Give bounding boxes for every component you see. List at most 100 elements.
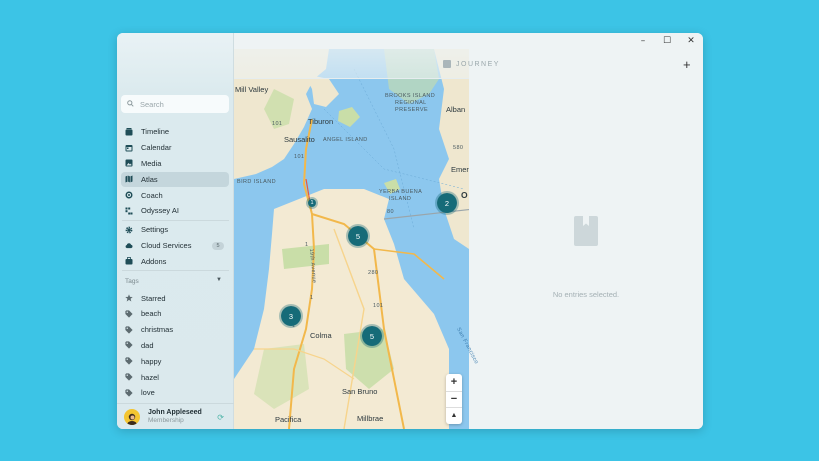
compass-north-button[interactable]: ▲ <box>446 407 462 424</box>
map-label: Mill Valley <box>235 85 269 94</box>
tag-icon <box>125 341 133 350</box>
tag-label: hazel <box>141 372 159 382</box>
tag-label: dad <box>141 340 154 350</box>
journal-name: JOURNEY <box>456 60 500 68</box>
map-label: ISLAND <box>389 196 412 202</box>
star-icon <box>125 294 133 302</box>
tags-header-label: Tags <box>125 277 139 285</box>
sidebar-item-label: Addons <box>141 256 167 266</box>
map-label: Millbrae <box>357 414 384 423</box>
sync-icon[interactable]: ⟳ <box>217 413 224 422</box>
map-cluster[interactable]: 5 <box>346 224 370 248</box>
tag-label: happy <box>141 356 162 366</box>
sidebar-divider <box>122 219 229 221</box>
user-name: John Appleseed <box>148 409 202 416</box>
window-controls: – ☐ ✕ <box>631 33 703 49</box>
journal-title[interactable]: JOURNEY <box>443 60 500 68</box>
atlas-icon <box>125 175 133 183</box>
cloud-count-badge: 5 <box>212 241 224 250</box>
map-cluster[interactable]: 2 <box>435 191 459 215</box>
tag-label: Starred <box>141 293 166 303</box>
map-label: YERBA BUENA <box>379 189 423 195</box>
highway-shield: 1 <box>310 295 314 301</box>
sidebar-divider <box>122 270 229 272</box>
tag-label: christmas <box>141 325 174 335</box>
calendar-icon <box>125 144 133 152</box>
tag-item-love[interactable]: love <box>117 385 234 401</box>
sidebar-item-timeline[interactable]: Timeline <box>117 124 234 140</box>
map-label: ANGEL ISLAND <box>323 137 368 143</box>
coach-icon <box>125 191 133 199</box>
tag-item-dad[interactable]: dad <box>117 338 234 354</box>
map-label: Sausalito <box>284 135 315 144</box>
tag-icon <box>125 326 133 334</box>
tag-item-christmas[interactable]: christmas <box>117 322 234 338</box>
map-cluster[interactable]: 1 <box>306 197 318 209</box>
user-membership: Membership <box>148 417 184 424</box>
sidebar-item-label: Coach <box>141 190 163 200</box>
sidebar: Search Timeline Calendar Media Atlas Coa… <box>117 33 234 429</box>
map-label: Emer <box>451 165 469 174</box>
add-entry-button[interactable]: + <box>683 57 691 72</box>
zoom-out-button[interactable]: − <box>446 390 462 408</box>
zoom-in-button[interactable]: + <box>446 374 462 391</box>
sidebar-item-label: Media <box>141 158 162 168</box>
chevron-down-icon[interactable]: ▼ <box>216 277 222 283</box>
sidebar-item-label: Odyssey AI <box>141 206 179 216</box>
sidebar-item-label: Cloud Services <box>141 240 192 250</box>
avatar[interactable] <box>124 408 140 425</box>
empty-state-text: No entries selected. <box>552 290 620 299</box>
highway-shield: 101 <box>373 303 384 309</box>
highway-shield: 80 <box>387 209 394 215</box>
sidebar-item-addons[interactable]: Addons <box>117 253 234 269</box>
user-footer[interactable]: John Appleseed Membership ⟳ <box>117 403 234 429</box>
highway-shield: 580 <box>453 145 464 151</box>
maximize-button[interactable]: ☐ <box>655 33 679 49</box>
gear-icon <box>125 226 133 234</box>
sidebar-item-label: Timeline <box>141 127 170 137</box>
map-label: Pacifica <box>275 415 302 424</box>
sidebar-item-calendar[interactable]: Calendar <box>117 140 234 156</box>
sidebar-item-odyssey-ai[interactable]: Odyssey AI <box>117 203 234 219</box>
map-label: San Bruno <box>342 387 378 396</box>
tag-item-happy[interactable]: happy <box>117 353 234 369</box>
search-icon <box>127 99 134 109</box>
sidebar-item-label: Settings <box>141 225 169 235</box>
search-placeholder: Search <box>140 99 164 109</box>
ai-icon <box>125 207 133 215</box>
tags-header[interactable]: Tags ▼ <box>117 272 234 290</box>
sidebar-item-label: Calendar <box>141 143 172 153</box>
sidebar-item-media[interactable]: Media <box>117 156 234 172</box>
map-label: O <box>461 190 468 200</box>
tag-icon <box>125 357 133 365</box>
tag-label: beach <box>141 309 162 319</box>
map-label: Tiburon <box>308 117 334 126</box>
tag-item-beach[interactable]: beach <box>117 306 234 322</box>
tag-item-hazel[interactable]: hazel <box>117 369 234 385</box>
highway-shield: 1 <box>305 242 309 248</box>
app-window: – ☐ ✕ Search Timeline Calendar Media Atl… <box>117 33 703 429</box>
entry-panel: No entries selected. <box>469 79 703 429</box>
map-cluster[interactable]: 3 <box>279 304 303 328</box>
tag-icon <box>125 310 133 318</box>
sidebar-item-cloud-services[interactable]: Cloud Services 5 <box>117 238 234 254</box>
sidebar-item-label: Atlas <box>141 174 158 184</box>
sidebar-item-coach[interactable]: Coach <box>117 187 234 203</box>
minimize-button[interactable]: – <box>631 33 655 49</box>
sidebar-item-settings[interactable]: Settings <box>117 222 234 238</box>
map-label: BROOKS ISLAND <box>385 93 436 99</box>
addons-icon <box>125 257 133 265</box>
sidebar-item-atlas[interactable]: Atlas <box>117 171 234 187</box>
search-input[interactable]: Search <box>121 95 229 113</box>
map-label: PRESERVE <box>395 107 429 113</box>
map-cluster[interactable]: 5 <box>360 324 384 348</box>
zoom-controls: + − ▲ <box>446 374 462 424</box>
main-nav: Timeline Calendar Media Atlas Coach Odys… <box>117 124 234 401</box>
highway-shield: 101 <box>272 121 283 127</box>
close-button[interactable]: ✕ <box>679 33 703 49</box>
tag-item-starred[interactable]: Starred <box>117 290 234 306</box>
highway-shield: 280 <box>368 270 379 276</box>
tag-icon <box>125 389 133 397</box>
tag-label: love <box>141 388 155 398</box>
cloud-icon <box>125 241 133 249</box>
